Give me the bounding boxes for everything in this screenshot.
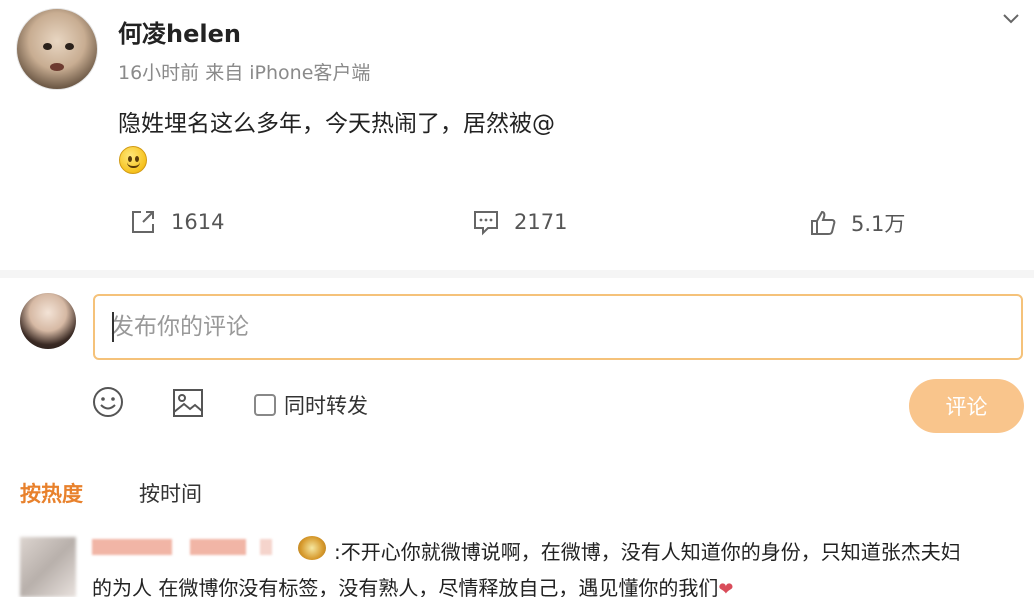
like-count: 5.1万 — [851, 212, 906, 236]
submit-comment-button[interactable]: 评论 — [909, 379, 1024, 433]
image-upload-icon[interactable] — [172, 388, 204, 422]
comment-input-box[interactable] — [93, 294, 1023, 360]
comment-input[interactable] — [95, 296, 1021, 358]
repost-label: 同时转发 — [284, 394, 368, 418]
repost-checkbox[interactable] — [254, 394, 276, 416]
heart-icon: ❤ — [718, 579, 734, 597]
comment-button[interactable]: 2171 — [472, 208, 567, 236]
repost-count: 1614 — [171, 210, 225, 234]
share-icon — [129, 208, 157, 236]
current-user-avatar — [20, 293, 76, 349]
tab-sort-hot[interactable]: 按热度 — [20, 478, 83, 508]
comment-count: 2171 — [514, 210, 568, 234]
comment-text-line2: 的为人 在微博你没有标签，没有熟人，尽情释放自己，遇见懂你的我们❤ — [92, 572, 733, 597]
repost-button[interactable]: 1614 — [129, 208, 224, 236]
text-caret — [112, 312, 114, 342]
comment-text-line1: :不开心你就微博说啊，在微博，没有人知道你的身份，只知道张杰夫妇 — [334, 540, 961, 564]
smile-emoji-icon — [119, 146, 147, 174]
thumbs-up-icon — [809, 209, 837, 237]
tab-sort-time[interactable]: 按时间 — [139, 478, 202, 508]
repost-toggle[interactable]: 同时转发 — [254, 390, 368, 420]
like-button[interactable]: 5.1万 — [809, 208, 905, 238]
vip-badge-icon — [298, 536, 326, 560]
commenter-name-redacted[interactable] — [92, 539, 282, 555]
post-text: 隐姓埋名这么多年，今天热闹了，居然被@ — [118, 111, 555, 137]
chevron-down-icon[interactable] — [1000, 8, 1022, 30]
post-meta: 16小时前 来自 iPhone客户端 — [118, 62, 371, 84]
commenter-avatar[interactable] — [20, 537, 76, 597]
author-name[interactable]: 何凌helen — [118, 14, 241, 49]
emoji-picker-icon[interactable] — [92, 386, 124, 422]
section-divider — [0, 270, 1034, 278]
comment-icon — [472, 208, 500, 236]
author-avatar[interactable] — [16, 8, 98, 90]
